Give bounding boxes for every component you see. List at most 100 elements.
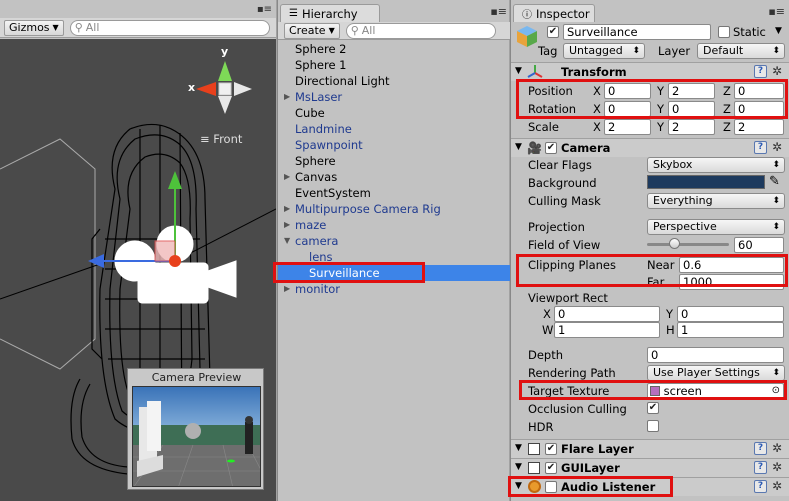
foldout-right-icon[interactable]: ▶ [284, 201, 290, 217]
foldout-right-icon[interactable]: ▶ [284, 217, 290, 233]
rotation-z-field[interactable]: 0 [734, 101, 784, 117]
help-icon[interactable]: ? [753, 480, 767, 493]
help-icon[interactable]: ? [753, 442, 767, 455]
gui-layer-header[interactable]: ▼ GUILayer ? ✲ [511, 458, 789, 477]
camera-enabled-checkbox[interactable] [545, 142, 557, 154]
hierarchy-item[interactable]: Sphere 2 [278, 41, 510, 57]
hierarchy-item[interactable]: ▶ monitor [278, 281, 510, 297]
chevron-down-icon[interactable]: ▼ [775, 26, 782, 36]
transform-title: Transform [561, 65, 627, 79]
hierarchy-item[interactable]: ▼ camera [278, 233, 510, 249]
fov-field[interactable]: 60 [734, 237, 784, 253]
scale-z-field[interactable]: 2 [734, 119, 784, 135]
occlusion-culling-checkbox[interactable] [647, 402, 659, 414]
foldout-down-icon[interactable]: ▼ [515, 66, 522, 76]
scale-x-field[interactable]: 2 [604, 119, 651, 135]
foldout-right-icon[interactable]: ▶ [284, 281, 290, 297]
near-field[interactable]: 0.6 [679, 257, 784, 273]
create-label: Create [289, 24, 326, 37]
scene-search-input[interactable]: ⚲ All [69, 19, 270, 36]
gear-icon[interactable]: ✲ [772, 141, 782, 154]
hierarchy-item[interactable]: ▶ maze [278, 217, 510, 233]
help-icon[interactable]: ? [753, 65, 767, 78]
eyedropper-icon[interactable]: ✎ [769, 174, 780, 189]
foldout-right-icon[interactable]: ▶ [284, 89, 290, 105]
scene-view-orientation-label[interactable]: ≡ Front [200, 132, 242, 146]
background-color-swatch[interactable] [647, 175, 765, 189]
hierarchy-search-input[interactable]: ⚲ All [345, 22, 496, 39]
foldout-right-icon[interactable]: ▶ [284, 169, 290, 185]
tag-dropdown[interactable]: Untagged ⬍ [563, 43, 645, 59]
static-checkbox[interactable] [718, 26, 730, 38]
hierarchy-item[interactable]: Cube [278, 105, 510, 121]
object-picker-icon[interactable]: ⊙ [772, 384, 780, 398]
hierarchy-item[interactable]: Sphere [278, 153, 510, 169]
rotation-y-field[interactable]: 0 [668, 101, 715, 117]
layer-dropdown[interactable]: Default ⬍ [697, 43, 785, 59]
target-texture-field[interactable]: screen ⊙ [647, 383, 784, 399]
foldout-down-icon[interactable]: ▼ [515, 462, 522, 472]
gear-icon[interactable]: ✲ [772, 461, 782, 474]
hierarchy-item[interactable]: Landmine [278, 121, 510, 137]
fov-slider-thumb[interactable] [669, 238, 681, 249]
flare-layer-enabled-checkbox[interactable] [545, 443, 557, 455]
help-icon[interactable]: ? [753, 141, 767, 154]
gizmos-dropdown[interactable]: Gizmos ▼ [4, 19, 64, 36]
hierarchy-item[interactable]: EventSystem [278, 185, 510, 201]
panel-menu-icon[interactable]: ▪≡ [768, 5, 785, 18]
culling-mask-dropdown[interactable]: Everything ⬍ [647, 193, 785, 209]
transform-header[interactable]: ▼ Transform ? ✲ [511, 62, 789, 81]
fov-slider-track[interactable] [647, 243, 729, 246]
culling-mask-row: Culling Mask Everything ⬍ [511, 192, 789, 210]
far-field[interactable]: 1000 [679, 274, 784, 290]
object-name-field[interactable]: Surveillance [563, 24, 711, 40]
hierarchy-item[interactable]: Sphere 1 [278, 57, 510, 73]
hierarchy-item[interactable]: Surveillance [278, 265, 510, 281]
foldout-down-icon[interactable]: ▼ [515, 142, 522, 152]
viewport-h-field[interactable]: 1 [677, 322, 784, 338]
rendering-path-dropdown[interactable]: Use Player Settings ⬍ [647, 365, 785, 381]
viewport-w-field[interactable]: 1 [554, 322, 660, 338]
panel-menu-icon[interactable]: ▪≡ [257, 4, 272, 15]
tab-inspector[interactable]: ⓘ Inspector [513, 4, 595, 22]
foldout-down-icon[interactable]: ▼ [515, 443, 522, 453]
camera-component-header[interactable]: ▼ 🎥 Camera ? ✲ [511, 138, 789, 157]
foldout-down-icon[interactable]: ▼ [515, 481, 522, 491]
hierarchy-item-label: camera [295, 234, 339, 248]
help-icon[interactable]: ? [753, 461, 767, 474]
hierarchy-item[interactable]: ▶ Multipurpose Camera Rig [278, 201, 510, 217]
rotation-x-field[interactable]: 0 [604, 101, 651, 117]
position-z-field[interactable]: 0 [734, 83, 784, 99]
hdr-checkbox[interactable] [647, 420, 659, 432]
gear-icon[interactable]: ✲ [772, 65, 782, 78]
position-y-field[interactable]: 2 [668, 83, 715, 99]
position-x-field[interactable]: 0 [604, 83, 651, 99]
depth-field[interactable]: 0 [647, 347, 784, 363]
scene-view-panel: ▪≡ Gizmos ▼ ⚲ All y x ≡ Front Camera Pre… [0, 0, 276, 501]
viewport-x-field[interactable]: 0 [554, 306, 660, 322]
panel-menu-icon[interactable]: ▪≡ [490, 5, 507, 18]
audio-listener-header[interactable]: ▼ Audio Listener ? ✲ [511, 477, 789, 496]
viewport-y-field[interactable]: 0 [677, 306, 784, 322]
active-checkbox[interactable] [547, 26, 559, 38]
gui-layer-enabled-checkbox[interactable] [545, 462, 557, 474]
hierarchy-item-label: Sphere 1 [295, 58, 347, 72]
camera-icon: 🎥 [527, 141, 542, 155]
projection-dropdown[interactable]: Perspective ⬍ [647, 219, 785, 235]
hierarchy-item[interactable]: ▶ Canvas [278, 169, 510, 185]
hierarchy-item[interactable]: lens [278, 249, 510, 265]
audio-listener-enabled-checkbox[interactable] [545, 481, 557, 493]
view-label: Front [213, 132, 243, 146]
create-dropdown[interactable]: Create ▼ [284, 22, 340, 39]
gear-icon[interactable]: ✲ [772, 442, 782, 455]
hierarchy-item[interactable]: Spawnpoint [278, 137, 510, 153]
gizmo-y-label: y [221, 45, 229, 58]
hierarchy-item[interactable]: ▶ MsLaser [278, 89, 510, 105]
tab-hierarchy[interactable]: ☰ Hierarchy [280, 4, 380, 22]
clear-flags-dropdown[interactable]: Skybox ⬍ [647, 157, 785, 173]
flare-layer-header[interactable]: ▼ Flare Layer ? ✲ [511, 439, 789, 458]
foldout-down-icon[interactable]: ▼ [284, 233, 290, 249]
hierarchy-item[interactable]: Directional Light [278, 73, 510, 89]
gear-icon[interactable]: ✲ [772, 480, 782, 493]
scale-y-field[interactable]: 2 [668, 119, 715, 135]
